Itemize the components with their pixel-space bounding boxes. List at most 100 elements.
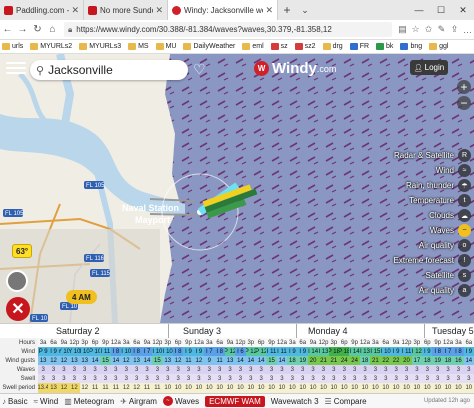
bookmark-label: eml — [252, 43, 264, 50]
swell-period-cell: 10 — [193, 383, 205, 393]
waves-cell: 3 — [422, 365, 433, 374]
refresh-icon[interactable]: ↻ — [30, 24, 45, 35]
tab-list-chevron-icon[interactable]: ⌄ — [296, 0, 314, 20]
layer-rain[interactable]: Rain, thunder ☂ — [364, 178, 474, 193]
bookmark-item[interactable]: MYURLs3 — [79, 43, 121, 50]
toolbar-wind[interactable]: ≈ Wind — [34, 397, 59, 406]
close-tab-icon[interactable]: ✕ — [155, 5, 163, 16]
favorites-bar-icon[interactable]: ✩ — [422, 24, 435, 35]
bookmark-item[interactable]: FR — [349, 43, 369, 50]
layer-clouds[interactable]: Clouds ☁ — [364, 208, 474, 223]
bookmark-item[interactable]: MU — [155, 43, 176, 50]
layer-radar[interactable]: Radar & Satellite R — [364, 148, 474, 163]
folder-icon — [242, 43, 251, 50]
waves-cell: 3 — [349, 365, 360, 374]
model-wavewatch[interactable]: Wavewatch 3 — [271, 397, 319, 406]
row-label: Swell period — [0, 383, 38, 393]
layer-wind[interactable]: Wind ≈ — [364, 163, 474, 178]
search-box[interactable]: ⚲ Jacksonville — [30, 60, 188, 80]
minimize-icon[interactable]: — — [408, 0, 430, 20]
zoom-out-button[interactable]: − — [457, 96, 471, 110]
login-button[interactable]: 👤︎ Login — [410, 60, 448, 75]
wind-cell: I 6 — [235, 347, 246, 356]
wind-cell: P 12 — [256, 347, 267, 356]
hours-cell: 9a — [390, 338, 402, 347]
toolbar-airgram[interactable]: ✈ Airgram — [120, 397, 157, 406]
bookmark-item[interactable]: DailyWeather — [183, 43, 235, 50]
swell-cell: 3 — [58, 374, 70, 383]
timeline-time-pill[interactable]: 4 AM — [66, 290, 97, 304]
toolbar-compare[interactable]: ☰ Compare — [325, 397, 367, 406]
zoom-in-button[interactable]: + — [457, 80, 471, 94]
day-label: Tuesday 5 — [432, 326, 474, 336]
webcam-thumbnail[interactable] — [6, 270, 28, 292]
favorite-heart-icon[interactable]: ♡ — [193, 61, 206, 78]
wind-cell: I 8 — [172, 347, 184, 356]
toolbar-waves[interactable]: ~ Waves — [162, 396, 199, 406]
back-icon[interactable]: ← — [0, 24, 15, 35]
forward-icon[interactable]: → — [15, 24, 30, 35]
day-label: Sunday 3 — [183, 326, 222, 336]
forecast-table[interactable]: Hours 3a 6a 9a 12p 3p 6p 9p 12a 3a 6a 9a 12p 3p 6p 9p 1… — [0, 338, 474, 393]
hours-cell: 6p — [89, 338, 101, 347]
row-hours: Hours 3a 6a 9a 12p 3p 6p 9p 12a 3a 6a 9a 12p 3p 6p 9p 1… — [0, 338, 474, 347]
bookmark-label: MYURLs2 — [40, 43, 73, 50]
windy-logo[interactable]: W Windy .com — [254, 60, 336, 77]
weather-map[interactable]: Naval Station Mayport FL 105 FL 116 FL 1… — [0, 54, 474, 323]
temperature-pin[interactable]: 63° — [12, 244, 33, 258]
url-field[interactable]: 🔒︎ https://www.windy.com/30.388/-81.384/… — [64, 22, 392, 37]
search-value: Jacksonville — [48, 63, 113, 77]
tab-title: No more Sundolphin, Evok — [100, 5, 153, 15]
bookmark-item[interactable]: MS — [128, 43, 149, 50]
gusts-cell: 9 — [204, 356, 215, 365]
pen-icon[interactable]: ✎ — [435, 24, 448, 35]
layer-extreme[interactable]: Extreme forecast! — [364, 253, 474, 268]
highway-label: FL 105 — [86, 183, 105, 189]
toolbar-basic[interactable]: ♪ Basic — [2, 397, 28, 406]
row-label: Wind — [0, 347, 38, 356]
wind-cell: I 14 — [307, 347, 319, 356]
bookmark-item[interactable]: eml — [242, 43, 264, 50]
toolbar-meteogram[interactable]: ▥ Meteogram — [64, 397, 114, 406]
layer-satellite[interactable]: Satellite s — [364, 268, 474, 283]
favorite-star-icon[interactable]: ☆ — [409, 24, 422, 35]
wind-cell: I 14 — [349, 347, 360, 356]
bookmark-item[interactable]: bk — [376, 43, 393, 50]
browser-tab-active[interactable]: Windy: Jacksonville we ✕ — [168, 0, 278, 20]
swell-cell: 3 — [463, 374, 474, 383]
waves-cell: 3 — [359, 365, 371, 374]
bookmark-item[interactable]: urls — [2, 43, 23, 50]
bookmark-item[interactable]: MYURLs2 — [30, 43, 72, 50]
more-icon[interactable]: … — [461, 25, 474, 35]
layer-air-quality-2[interactable]: Air quality a — [364, 283, 474, 298]
maximize-icon[interactable]: ☐ — [430, 0, 452, 20]
toolbar-label: Compare — [333, 396, 367, 406]
home-icon[interactable]: ⌂ — [45, 24, 60, 35]
bookmark-item[interactable]: sz2 — [294, 43, 316, 50]
swell-period-cell: 10 — [401, 383, 412, 393]
browser-tab[interactable]: Paddling.com - Paddling.c ✕ — [0, 0, 84, 20]
close-tab-icon[interactable]: ✕ — [71, 5, 79, 16]
browser-tab[interactable]: No more Sundolphin, Evok ✕ — [84, 0, 168, 20]
toolbar-label: Airgram — [128, 396, 157, 406]
hamburger-menu-icon[interactable] — [6, 60, 26, 76]
bookmark-item[interactable]: bng — [400, 43, 422, 50]
bookmark-item[interactable]: sz — [270, 43, 288, 50]
layer-air-quality[interactable]: Air quality o — [364, 238, 474, 253]
layer-temperature[interactable]: Temperature t — [364, 193, 474, 208]
close-window-icon[interactable]: ✕ — [452, 0, 474, 20]
new-tab-button[interactable]: + — [278, 0, 296, 20]
close-forecast-icon[interactable]: ✕ — [6, 297, 30, 321]
layer-waves[interactable]: Waves ~ — [364, 223, 474, 238]
bookmark-label: urls — [12, 43, 24, 50]
row-label: Hours — [0, 338, 38, 347]
model-ecmwf-wam[interactable]: ECMWF WAM — [205, 395, 265, 407]
bookmark-item[interactable]: drg — [322, 43, 343, 50]
swell-period-cell: 10 — [297, 383, 308, 393]
reading-view-icon[interactable]: ▤ — [396, 24, 409, 35]
share-icon[interactable]: ⇪ — [448, 24, 461, 35]
bookmark-item[interactable]: ggl — [429, 43, 448, 50]
close-tab-icon[interactable]: ✕ — [265, 5, 273, 16]
swell-cell: 3 — [172, 374, 184, 383]
hours-cell: 3p — [328, 338, 340, 347]
